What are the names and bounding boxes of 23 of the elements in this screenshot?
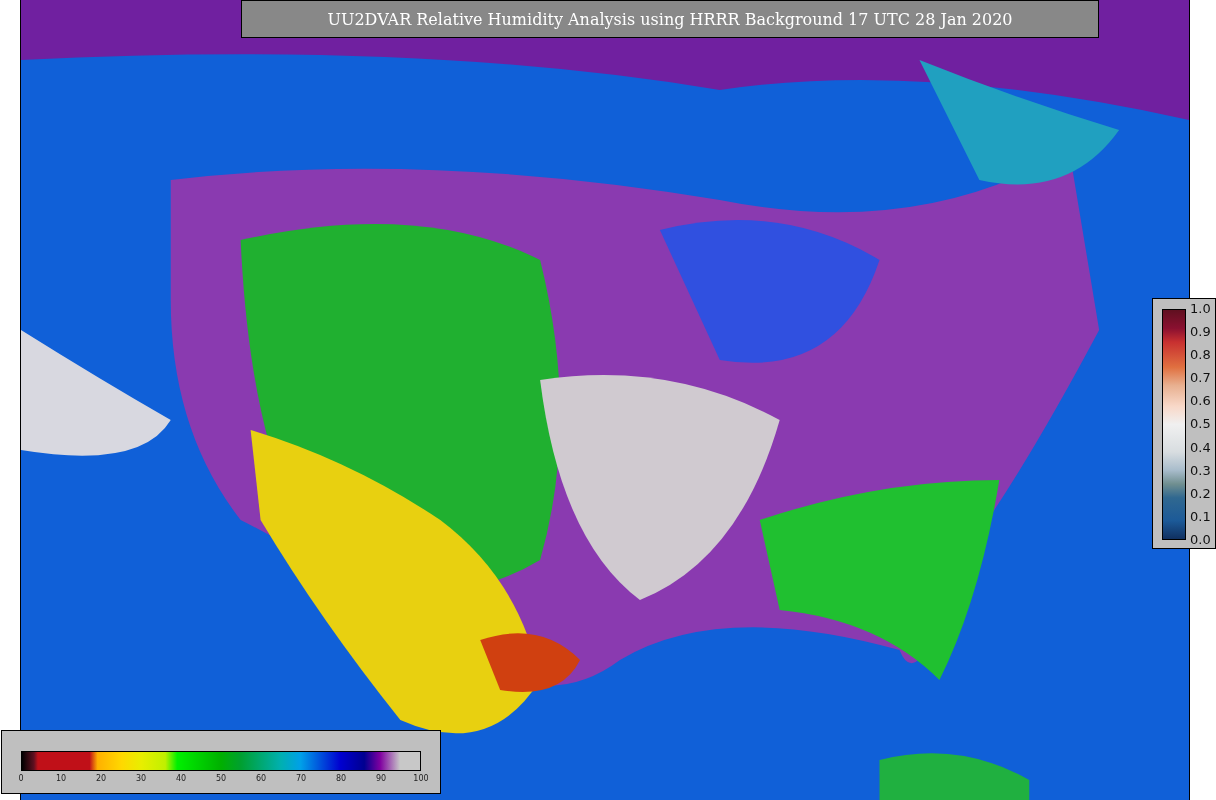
- tick-label: 0.4: [1190, 438, 1211, 457]
- tick-label: 0.2: [1190, 484, 1211, 503]
- tick-label: 20: [94, 774, 108, 783]
- tick-label: 80: [334, 774, 348, 783]
- tick-label: 0.6: [1190, 392, 1211, 411]
- map-title: UU2DVAR Relative Humidity Analysis using HRRR Background 17 UTC 28 Jan 2020: [241, 0, 1099, 38]
- tick-label: 0.7: [1190, 369, 1211, 388]
- tick-label: 0.9: [1190, 323, 1211, 342]
- tick-label: 70: [294, 774, 308, 783]
- tick-label: 0: [17, 774, 25, 783]
- tick-label: 0.3: [1190, 461, 1211, 480]
- tick-label: 0.8: [1190, 346, 1211, 365]
- tick-label: 60: [254, 774, 268, 783]
- tick-label: 30: [134, 774, 148, 783]
- tick-label: 40: [174, 774, 188, 783]
- tick-label: 0.0: [1190, 530, 1211, 549]
- tick-label: 100: [412, 774, 430, 783]
- tick-label: 0.1: [1190, 507, 1211, 526]
- tick-label: 50: [214, 774, 228, 783]
- tick-label: 1.0: [1190, 300, 1211, 318]
- tick-label: 0.5: [1190, 415, 1211, 434]
- tick-label: 10: [54, 774, 68, 783]
- tick-label: 90: [374, 774, 388, 783]
